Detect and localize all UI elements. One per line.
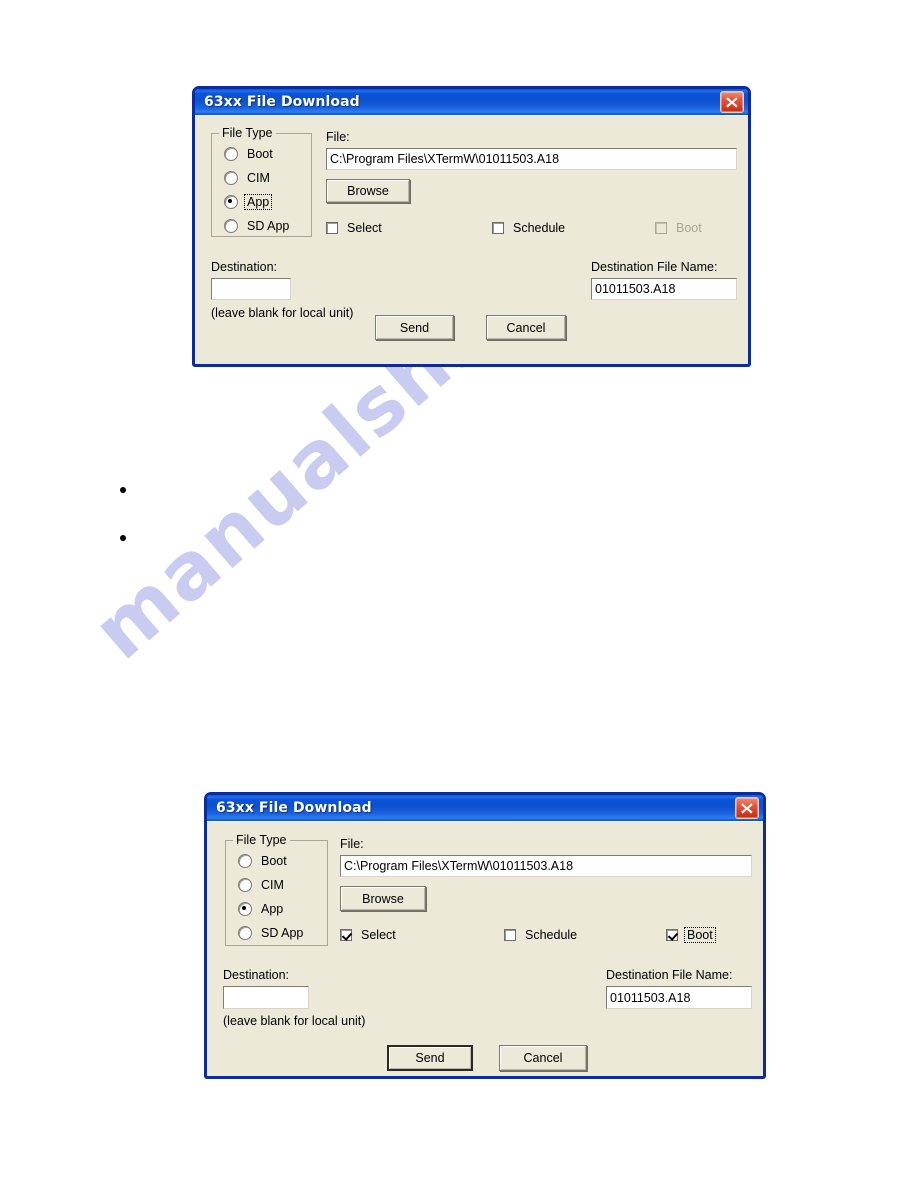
file-input-value: C:\Program Files\XTermW\01011503.A18 [344, 859, 574, 873]
window-title: 63xx File Download [216, 800, 372, 816]
file-type-legend: File Type [219, 126, 276, 140]
checkbox-boot: Boot [655, 221, 704, 235]
file-download-dialog-top: 63xx File Download File Type Boot CIM Ap… [192, 86, 751, 367]
checkbox-label: Select [347, 221, 382, 235]
radio-icon [238, 902, 252, 916]
radio-label: App [261, 902, 284, 916]
checkbox-select[interactable]: Select [340, 928, 398, 942]
destination-input[interactable] [223, 986, 309, 1009]
destination-file-name-label: Destination File Name: [591, 260, 718, 274]
file-download-dialog-bottom: 63xx File Download File Type Boot CIM Ap… [204, 792, 766, 1079]
radio-icon [224, 219, 238, 233]
radio-icon [224, 195, 238, 209]
checkbox-label: Boot [676, 221, 702, 235]
checkbox-label: Select [361, 928, 396, 942]
destination-file-name-value: 01011503.A18 [610, 990, 691, 1005]
checkbox-schedule[interactable]: Schedule [492, 221, 567, 235]
browse-button[interactable]: Browse [326, 179, 410, 203]
bullet-dot-icon [120, 486, 126, 493]
bullet-list [120, 480, 136, 576]
file-label: File: [326, 130, 350, 144]
destination-file-name-value: 01011503.A18 [595, 282, 676, 296]
destination-file-name-input[interactable]: 01011503.A18 [606, 986, 752, 1009]
close-icon[interactable] [720, 91, 744, 113]
radio-file-type-app[interactable]: App [224, 194, 273, 210]
send-button[interactable]: Send [387, 1045, 473, 1071]
radio-file-type-boot[interactable]: Boot [238, 854, 289, 868]
radio-file-type-cim[interactable]: CIM [238, 878, 286, 892]
file-label: File: [340, 837, 364, 851]
radio-file-type-app[interactable]: App [238, 902, 285, 916]
browse-button[interactable]: Browse [340, 886, 426, 911]
radio-label: SD App [261, 926, 304, 940]
file-type-legend: File Type [233, 833, 290, 847]
checkbox-icon [326, 222, 338, 234]
radio-label: CIM [261, 878, 284, 892]
checkbox-label: Schedule [513, 221, 566, 235]
close-icon[interactable] [735, 797, 759, 819]
radio-icon [238, 878, 252, 892]
send-button[interactable]: Send [375, 315, 454, 340]
radio-file-type-cim[interactable]: CIM [224, 171, 272, 185]
window-title: 63xx File Download [204, 94, 360, 110]
checkbox-schedule[interactable]: Schedule [504, 928, 579, 942]
destination-hint: (leave blank for local unit) [211, 306, 354, 320]
radio-icon [238, 926, 252, 940]
destination-label: Destination: [211, 260, 278, 274]
checkbox-label: Schedule [525, 928, 578, 942]
checkbox-icon [340, 929, 352, 941]
cancel-button[interactable]: Cancel [499, 1045, 587, 1071]
checkbox-icon [504, 929, 516, 941]
title-bar[interactable]: 63xx File Download [195, 89, 748, 115]
list-item [120, 480, 136, 528]
checkbox-icon [655, 222, 667, 234]
checkbox-select[interactable]: Select [326, 221, 384, 235]
radio-file-type-boot[interactable]: Boot [224, 147, 275, 161]
page-watermark: manualshive.com [77, 86, 795, 800]
radio-label: Boot [247, 147, 273, 161]
destination-label: Destination: [223, 968, 290, 982]
bullet-dot-icon [120, 534, 126, 541]
destination-file-name-label: Destination File Name: [606, 968, 733, 982]
radio-label: App [243, 194, 273, 210]
destination-hint: (leave blank for local unit) [223, 1014, 366, 1028]
checkbox-icon [492, 222, 504, 234]
title-bar[interactable]: 63xx File Download [207, 795, 763, 821]
radio-label: SD App [247, 219, 290, 233]
radio-icon [238, 854, 252, 868]
checkbox-label: Boot [684, 927, 716, 943]
radio-file-type-sd-app[interactable]: SD App [238, 926, 305, 940]
checkbox-icon [666, 929, 678, 941]
file-input-value: C:\Program Files\XTermW\01011503.A18 [330, 152, 560, 166]
radio-file-type-sd-app[interactable]: SD App [224, 219, 291, 233]
radio-label: CIM [247, 171, 270, 185]
checkbox-boot[interactable]: Boot [666, 927, 716, 943]
destination-file-name-input[interactable]: 01011503.A18 [591, 278, 737, 300]
radio-label: Boot [261, 854, 287, 868]
file-input[interactable]: C:\Program Files\XTermW\01011503.A18 [340, 855, 752, 877]
destination-input[interactable] [211, 278, 291, 300]
dialog-body: File Type Boot CIM App SD App File: C:\P… [207, 821, 763, 1076]
radio-icon [224, 147, 238, 161]
file-input[interactable]: C:\Program Files\XTermW\01011503.A18 [326, 148, 737, 170]
cancel-button[interactable]: Cancel [486, 315, 566, 340]
list-item [120, 528, 136, 576]
dialog-body: File Type Boot CIM App SD App File: C:\P… [195, 115, 748, 364]
radio-icon [224, 171, 238, 185]
